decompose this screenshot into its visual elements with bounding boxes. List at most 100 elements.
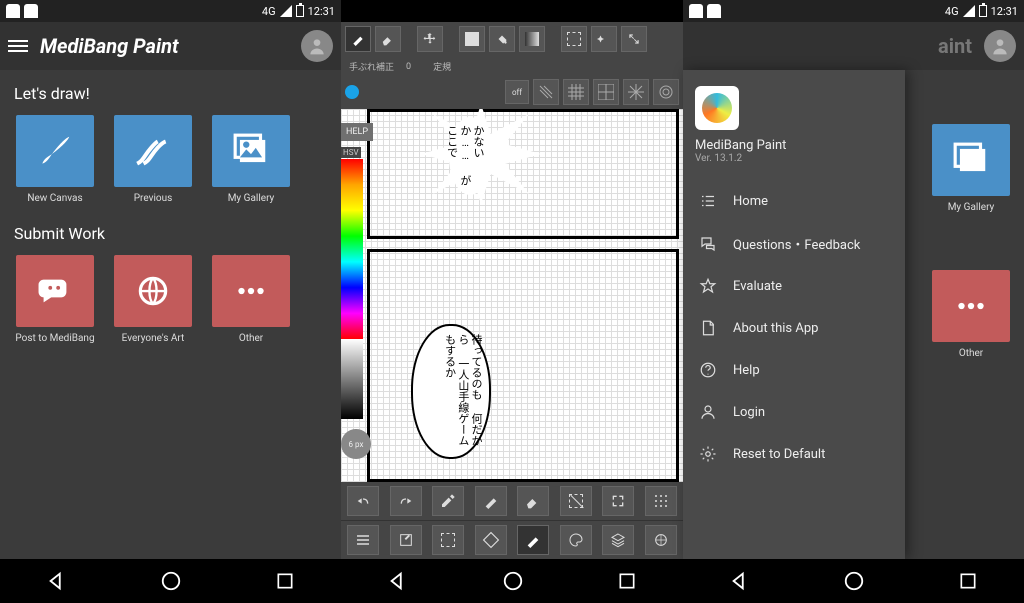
globe-icon (134, 272, 172, 310)
pen-button[interactable] (475, 486, 507, 516)
eraser-button[interactable] (517, 486, 549, 516)
stabilizer-label: 手ぶれ補正 (345, 58, 398, 75)
tool-bucket[interactable] (489, 26, 515, 52)
home-panel: Let's draw! New Canvas Previous My Galle… (0, 70, 341, 559)
tool-eraser[interactable] (375, 26, 401, 52)
ruler-parallel[interactable] (533, 79, 559, 105)
ruler-off[interactable]: off (505, 80, 529, 104)
profile-avatar[interactable] (301, 30, 333, 62)
tool-gradient[interactable] (519, 26, 545, 52)
drawer-item-about[interactable]: About this App (683, 307, 905, 349)
bg-tile-gallery: My Gallery (930, 124, 1012, 213)
tile-other[interactable]: Other (210, 255, 292, 344)
drawer-item-login[interactable]: Login (683, 391, 905, 433)
menu-button[interactable] (347, 525, 379, 555)
navigation-drawer: MediBang Paint Ver. 13.1.2 Home Question… (683, 70, 905, 559)
menu-button[interactable] (8, 40, 28, 52)
tile-everyones-art[interactable]: Everyone's Art (112, 255, 194, 344)
phone-drawer-screen: 4G 12:31 aint My Gallery Other (683, 0, 1024, 603)
tool-select[interactable] (561, 26, 587, 52)
home-button[interactable] (502, 570, 524, 592)
drawer-overlay: My Gallery Other MediBang Paint Ver. 13.… (683, 70, 1024, 559)
drawer-item-evaluate[interactable]: Evaluate (683, 265, 905, 307)
list-icon (699, 192, 717, 210)
editor: 手ぶれ補正 0 定規 off かないか…… がここで 待ってるのも 何だから 一… (341, 22, 683, 559)
ruler-vanishing[interactable] (593, 79, 619, 105)
materials-button[interactable] (645, 525, 677, 555)
phone-home-screen: 4G 12:31 MediBang Paint Let's draw! New … (0, 0, 341, 603)
recents-button[interactable] (958, 571, 978, 591)
brush-size-knob[interactable]: 6 px (341, 429, 371, 459)
gallery-icon (232, 132, 270, 170)
layers-button[interactable] (602, 525, 634, 555)
tool-wand[interactable] (591, 26, 617, 52)
tile-my-gallery[interactable]: My Gallery (210, 115, 292, 204)
network-label: 4G (945, 5, 959, 18)
hue-slider[interactable] (341, 159, 363, 339)
person-icon (699, 403, 717, 421)
status-bar (341, 0, 683, 22)
tile-post-medibang[interactable]: Post to MediBang (14, 255, 96, 344)
tile-new-canvas[interactable]: New Canvas (14, 115, 96, 204)
section-draw-title: Let's draw! (14, 84, 327, 103)
help-icon (699, 361, 717, 379)
toolbar-top (341, 22, 683, 56)
palette-button[interactable] (560, 525, 592, 555)
speech-bubble-2: 待ってるのも 何だから 一人山手線ゲーム もするか (411, 324, 491, 459)
speech-bubble-1: かないか…… がここで (449, 117, 491, 195)
home-button[interactable] (843, 570, 865, 592)
back-button[interactable] (729, 570, 751, 592)
drawer-item-help[interactable]: Help (683, 349, 905, 391)
value-slider[interactable] (341, 339, 363, 419)
clock: 12:31 (991, 5, 1018, 18)
back-button[interactable] (387, 570, 409, 592)
tool-pen[interactable] (345, 26, 371, 52)
ruler-label: 定規 (429, 58, 455, 75)
grid-button[interactable] (645, 486, 677, 516)
clock: 12:31 (308, 5, 335, 18)
edit-button[interactable] (390, 525, 422, 555)
gear-icon (699, 445, 717, 463)
back-button[interactable] (46, 570, 68, 592)
redo-button[interactable] (390, 486, 422, 516)
help-button[interactable]: HELP (341, 123, 373, 141)
star-icon (699, 277, 717, 295)
recents-button[interactable] (617, 571, 637, 591)
notification-icon (707, 4, 721, 18)
notification-icon (689, 4, 703, 18)
drawer-app-name: MediBang Paint (695, 138, 893, 153)
recents-button[interactable] (275, 571, 295, 591)
tool-transform[interactable] (621, 26, 647, 52)
selection-button[interactable] (432, 525, 464, 555)
post-icon (36, 272, 74, 310)
drawer-item-home[interactable]: Home (683, 180, 905, 222)
gallery-icon (952, 141, 990, 179)
hsv-label[interactable]: HSV (341, 147, 361, 158)
tool-move[interactable] (417, 26, 443, 52)
undo-button[interactable] (347, 486, 379, 516)
status-bar: 4G 12:31 (0, 0, 341, 22)
ruler-concentric[interactable] (653, 79, 679, 105)
profile-avatar[interactable] (984, 30, 1016, 62)
drawer-item-feedback[interactable]: Questions・Feedback (683, 222, 905, 265)
ruler-radial[interactable] (623, 79, 649, 105)
ruler-grid[interactable] (563, 79, 589, 105)
brush-tab[interactable] (517, 525, 549, 555)
chat-icon (699, 235, 717, 253)
rotate-button[interactable] (475, 525, 507, 555)
home-button[interactable] (160, 570, 182, 592)
tile-previous[interactable]: Previous (112, 115, 194, 204)
android-navbar (341, 559, 683, 603)
status-bar: 4G 12:31 (683, 0, 1024, 22)
drawer-item-reset[interactable]: Reset to Default (683, 433, 905, 475)
more-icon (232, 272, 270, 310)
fullscreen-button[interactable] (602, 486, 634, 516)
color-indicator[interactable] (345, 85, 359, 99)
canvas[interactable]: かないか…… がここで 待ってるのも 何だから 一人山手線ゲーム もするか HE… (341, 109, 683, 482)
eyedropper-button[interactable] (432, 486, 464, 516)
toolbar-bottom (341, 482, 683, 559)
section-submit-title: Submit Work (14, 224, 327, 243)
stabilizer-value[interactable]: 0 (402, 60, 415, 74)
deselect-button[interactable] (560, 486, 592, 516)
tool-fill[interactable] (459, 26, 485, 52)
